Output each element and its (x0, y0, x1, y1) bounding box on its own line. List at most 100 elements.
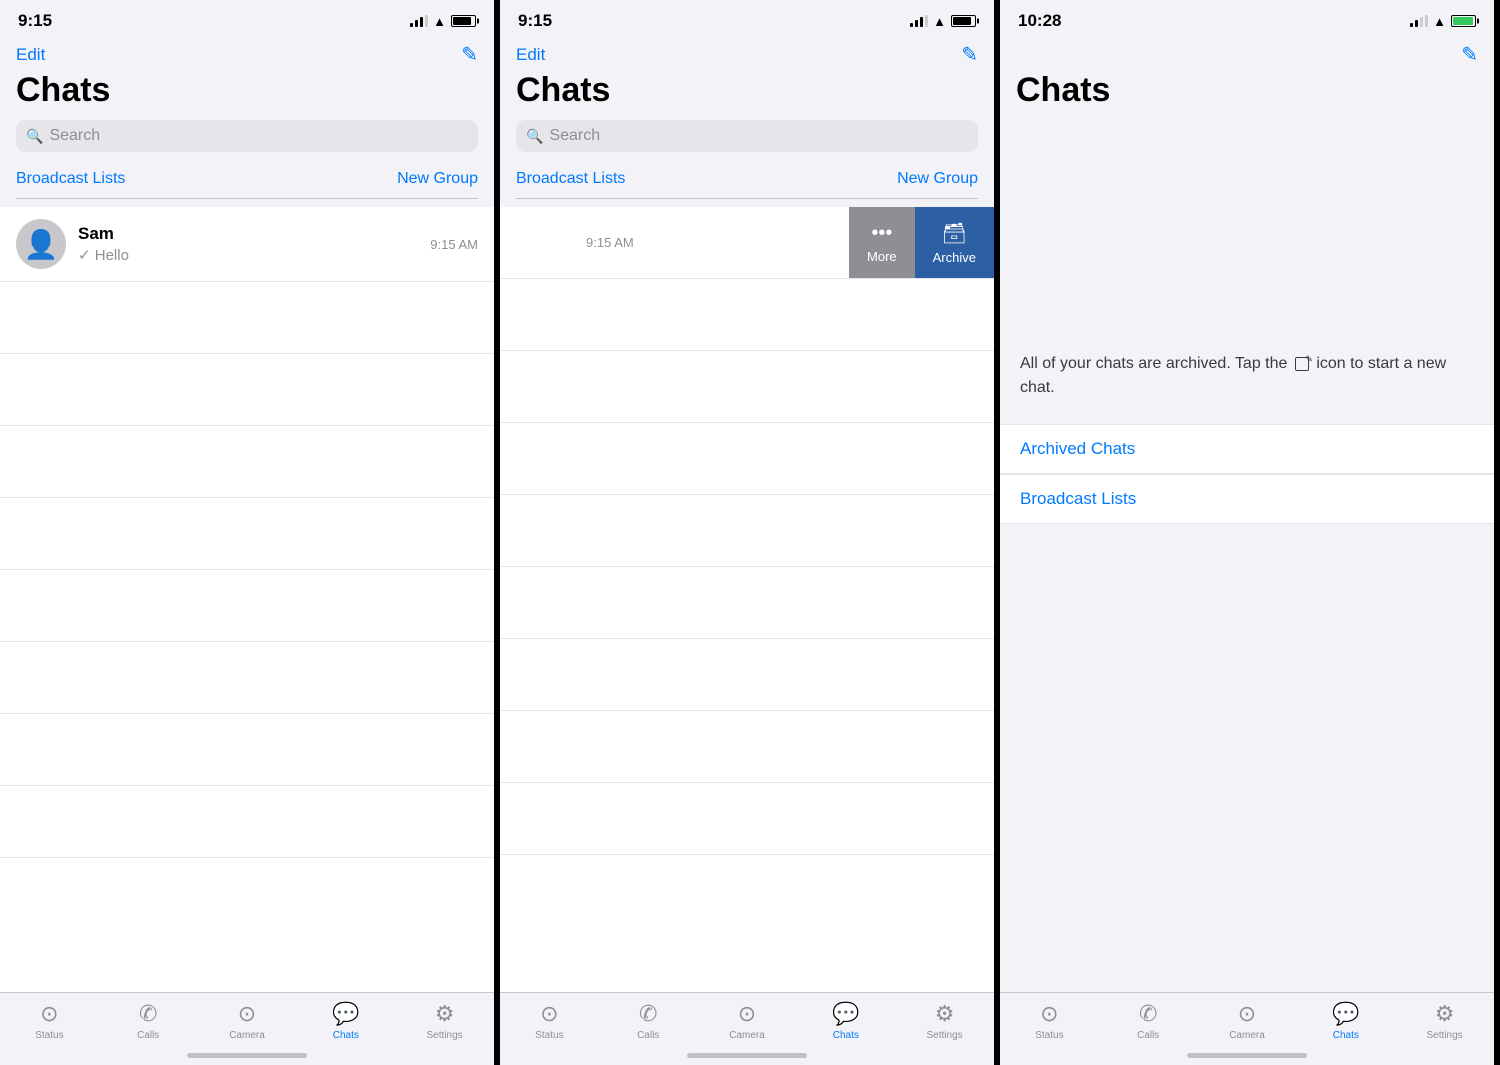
empty-row-1d (0, 498, 494, 570)
status-tab-icon-1: ⊙ (40, 1001, 58, 1027)
settings-tab-icon-2: ⚙ (935, 1001, 955, 1027)
archive-icon: 🗃 (942, 221, 967, 246)
empty-row-2c (500, 423, 994, 495)
page-title-1: Chats (16, 71, 478, 110)
status-bar-2: 9:15 ▲ (500, 0, 994, 38)
empty-row-1f (0, 642, 494, 714)
empty-row-1g (0, 714, 494, 786)
broadcast-lists-link-1[interactable]: Broadcast Lists (16, 170, 125, 188)
search-icon-1: 🔍 (26, 128, 43, 145)
tab-chats-3[interactable]: 💬 Chats (1296, 1001, 1395, 1041)
chats-tab-icon-3: 💬 (1332, 1001, 1359, 1027)
search-icon-2: 🔍 (526, 128, 543, 145)
chat-item-sam[interactable]: 👤 Sam ✓ Hello 9:15 AM (0, 207, 494, 282)
tab-bar-3: ⊙ Status ✆ Calls ⊙ Camera 💬 Chats ⚙ Sett… (1000, 992, 1494, 1045)
archive-swipe-button[interactable]: 🗃 Archive (915, 207, 994, 278)
settings-tab-icon-1: ⚙ (435, 1001, 455, 1027)
empty-row-1a (0, 282, 494, 354)
empty-row-1e (0, 570, 494, 642)
chat-time-sam: 9:15 AM (430, 237, 478, 252)
home-bar-1 (187, 1053, 307, 1058)
signal-icon-3 (1410, 15, 1428, 27)
tab-calls-3[interactable]: ✆ Calls (1099, 1001, 1198, 1041)
header-top-1: Edit ✎ (16, 42, 478, 67)
compose-button-2[interactable]: ✎ (961, 42, 978, 67)
header-top-3: ✎ (1016, 42, 1478, 67)
empty-row-2d (500, 495, 994, 567)
chat-name-sam: Sam (78, 224, 422, 244)
chat-info-sam: Sam ✓ Hello (78, 224, 422, 264)
tab-bar-2: ⊙ Status ✆ Calls ⊙ Camera 💬 Chats ⚙ Sett… (500, 992, 994, 1045)
tab-bar-1: ⊙ Status ✆ Calls ⊙ Camera 💬 Chats ⚙ Sett… (0, 992, 494, 1045)
broadcast-row-1: Broadcast Lists New Group (16, 164, 478, 199)
new-group-link-1[interactable]: New Group (397, 170, 478, 188)
new-group-link-2[interactable]: New Group (897, 170, 978, 188)
search-bar-1[interactable]: 🔍 Search (16, 120, 478, 152)
status-bar-3: 10:28 ▲ (1000, 0, 1494, 38)
status-icons-1: ▲ (410, 14, 476, 29)
empty-state-text1: All of your chats are archived. Tap the (1020, 355, 1287, 372)
empty-row-2f (500, 639, 994, 711)
search-bar-2[interactable]: 🔍 Search (516, 120, 978, 152)
empty-row-2h (500, 783, 994, 855)
empty-row-2a (500, 279, 994, 351)
empty-row-2b (500, 351, 994, 423)
status-time-2: 9:15 (518, 11, 552, 31)
page-title-2: Chats (516, 71, 978, 110)
swipe-actions: ••• More 🗃 Archive (849, 207, 994, 278)
tab-calls-1[interactable]: ✆ Calls (99, 1001, 198, 1041)
swiped-chat-item[interactable]: 9:15 AM ••• More 🗃 Archive (500, 207, 994, 279)
page-title-3: Chats (1016, 71, 1478, 110)
chat-preview-sam: ✓ Hello (78, 246, 422, 264)
tab-status-3[interactable]: ⊙ Status (1000, 1001, 1099, 1041)
archived-chats-link[interactable]: Archived Chats (1000, 425, 1494, 474)
empty-row-1b (0, 354, 494, 426)
more-label: More (867, 249, 897, 264)
status-time-3: 10:28 (1018, 11, 1061, 31)
broadcast-lists-link-2[interactable]: Broadcast Lists (516, 170, 625, 188)
tab-settings-2[interactable]: ⚙ Settings (895, 1001, 994, 1041)
home-indicator-3 (1000, 1045, 1494, 1065)
tab-chats-1[interactable]: 💬 Chats (296, 1001, 395, 1041)
header-2: Edit ✎ Chats 🔍 Search Broadcast Lists Ne… (500, 38, 994, 207)
status-tab-icon-2: ⊙ (540, 1001, 558, 1027)
header-1: Edit ✎ Chats 🔍 Search Broadcast Lists Ne… (0, 38, 494, 207)
broadcast-lists-link-3[interactable]: Broadcast Lists (1000, 475, 1494, 524)
tab-label-camera-2: Camera (729, 1030, 765, 1041)
tab-calls-2[interactable]: ✆ Calls (599, 1001, 698, 1041)
settings-tab-icon-3: ⚙ (1435, 1001, 1455, 1027)
search-placeholder-1: Search (49, 127, 100, 145)
home-indicator-1 (0, 1045, 494, 1065)
swiped-chat-time: 9:15 AM (586, 235, 634, 250)
status-icons-3: ▲ (1410, 14, 1476, 29)
tab-label-settings-1: Settings (427, 1030, 463, 1041)
battery-icon-2 (951, 15, 976, 27)
more-swipe-button[interactable]: ••• More (849, 207, 915, 278)
tab-camera-1[interactable]: ⊙ Camera (198, 1001, 297, 1041)
empty-space-3 (1000, 128, 1494, 328)
tab-status-1[interactable]: ⊙ Status (0, 1001, 99, 1041)
camera-tab-icon-2: ⊙ (738, 1001, 756, 1027)
wifi-icon-2: ▲ (933, 14, 946, 29)
signal-icon-2 (910, 15, 928, 27)
chats-tab-icon-2: 💬 (832, 1001, 859, 1027)
header-top-2: Edit ✎ (516, 42, 978, 67)
edit-button-1[interactable]: Edit (16, 45, 45, 65)
broadcast-row-2: Broadcast Lists New Group (516, 164, 978, 199)
calls-tab-icon-1: ✆ (139, 1001, 157, 1027)
tab-camera-2[interactable]: ⊙ Camera (698, 1001, 797, 1041)
tab-settings-1[interactable]: ⚙ Settings (395, 1001, 494, 1041)
edit-button-2[interactable]: Edit (516, 45, 545, 65)
tab-status-2[interactable]: ⊙ Status (500, 1001, 599, 1041)
battery-icon-3 (1451, 15, 1476, 27)
tab-chats-2[interactable]: 💬 Chats (796, 1001, 895, 1041)
compose-button-1[interactable]: ✎ (461, 42, 478, 67)
tab-settings-3[interactable]: ⚙ Settings (1395, 1001, 1494, 1041)
wifi-icon-3: ▲ (1433, 14, 1446, 29)
tab-label-calls-1: Calls (137, 1030, 159, 1041)
compose-button-3[interactable]: ✎ (1461, 42, 1478, 67)
home-indicator-2 (500, 1045, 994, 1065)
tab-camera-3[interactable]: ⊙ Camera (1198, 1001, 1297, 1041)
archive-label: Archive (933, 250, 976, 265)
signal-icon-1 (410, 15, 428, 27)
